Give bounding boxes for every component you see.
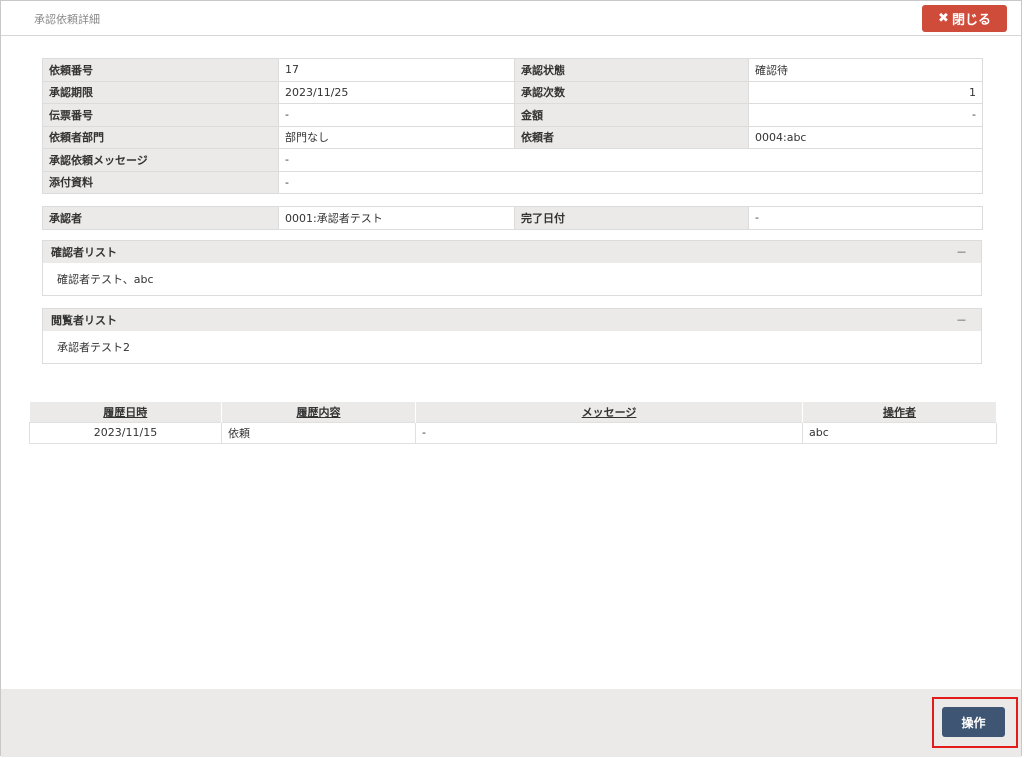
table-row: 依頼者部門 部門なし 依頼者 0004:abc	[42, 125, 983, 149]
history-date-header[interactable]: 履歴日時	[29, 402, 222, 422]
history-date-cell: 2023/11/15	[29, 421, 222, 444]
requester-dept-label: 依頼者部門	[42, 125, 279, 149]
attachments-label: 添付資料	[42, 170, 279, 194]
confirmer-list-header[interactable]: 確認者リスト －	[43, 241, 981, 263]
table-row: 伝票番号 - 金額 -	[42, 103, 983, 127]
approval-level-value: 1	[748, 80, 983, 104]
operate-button[interactable]: 操作	[942, 707, 1005, 737]
close-button[interactable]: ✖ 閉じる	[922, 5, 1007, 32]
approver-table: 承認者 0001:承認者テスト 完了日付 -	[42, 206, 983, 230]
table-row: 2023/11/15 依頼 - abc	[29, 421, 997, 444]
history-operator-header[interactable]: 操作者	[802, 402, 997, 422]
viewer-list-header[interactable]: 閲覧者リスト －	[43, 309, 981, 331]
viewer-list-panel: 閲覧者リスト － 承認者テスト2	[42, 308, 982, 364]
request-message-value: -	[278, 148, 983, 172]
close-button-label: 閉じる	[951, 13, 991, 28]
history-message-header[interactable]: メッセージ	[415, 402, 803, 422]
approval-level-label: 承認次数	[514, 80, 749, 104]
table-row: 承認依頼メッセージ -	[42, 148, 983, 172]
history-header-row: 履歴日時 履歴内容 メッセージ 操作者	[29, 402, 997, 422]
table-row: 添付資料 -	[42, 170, 983, 194]
request-number-value: 17	[278, 58, 515, 82]
collapse-icon[interactable]: －	[956, 312, 973, 328]
history-table: 履歴日時 履歴内容 メッセージ 操作者 2023/11/15 依頼 - abc	[29, 402, 997, 444]
dialog-footer	[1, 689, 1021, 757]
approval-deadline-value: 2023/11/25	[278, 80, 515, 104]
history-content-header[interactable]: 履歴内容	[221, 402, 416, 422]
dialog-title: 承認依頼詳細	[34, 13, 100, 26]
requester-label: 依頼者	[514, 125, 749, 149]
approver-value: 0001:承認者テスト	[278, 206, 515, 230]
approval-status-label: 承認状態	[514, 58, 749, 82]
requester-value: 0004:abc	[748, 125, 983, 149]
slip-number-label: 伝票番号	[42, 103, 279, 127]
table-row: 依頼番号 17 承認状態 確認待	[42, 58, 983, 82]
amount-value: -	[748, 103, 983, 127]
confirmer-list-title: 確認者リスト	[51, 246, 117, 259]
requester-dept-value: 部門なし	[278, 125, 515, 149]
approval-deadline-label: 承認期限	[42, 80, 279, 104]
collapse-icon[interactable]: －	[956, 244, 973, 260]
approval-status-value: 確認待	[748, 58, 983, 82]
attachments-value: -	[278, 170, 983, 194]
request-number-label: 依頼番号	[42, 58, 279, 82]
viewer-list-title: 閲覧者リスト	[51, 314, 117, 327]
amount-label: 金額	[514, 103, 749, 127]
request-message-label: 承認依頼メッセージ	[42, 148, 279, 172]
confirmer-list-panel: 確認者リスト － 確認者テスト、abc	[42, 240, 982, 296]
approver-label: 承認者	[42, 206, 279, 230]
history-operator-cell: abc	[802, 421, 997, 444]
request-info-table: 依頼番号 17 承認状態 確認待 承認期限 2023/11/25 承認次数 1 …	[42, 58, 983, 194]
completion-date-value: -	[748, 206, 983, 230]
dialog-header: 承認依頼詳細 ✖ 閉じる	[1, 1, 1021, 36]
completion-date-label: 完了日付	[514, 206, 749, 230]
history-content-cell: 依頼	[221, 421, 416, 444]
viewer-list-body: 承認者テスト2	[57, 341, 130, 354]
approval-detail-dialog: 承認依頼詳細 ✖ 閉じる 依頼番号 17 承認状態 確認待 承認期限 2023/…	[0, 0, 1022, 757]
table-row: 承認期限 2023/11/25 承認次数 1	[42, 80, 983, 104]
table-row: 承認者 0001:承認者テスト 完了日付 -	[42, 206, 983, 230]
close-icon: ✖	[938, 11, 949, 26]
confirmer-list-body: 確認者テスト、abc	[57, 273, 154, 286]
slip-number-value: -	[278, 103, 515, 127]
history-message-cell: -	[415, 421, 803, 444]
